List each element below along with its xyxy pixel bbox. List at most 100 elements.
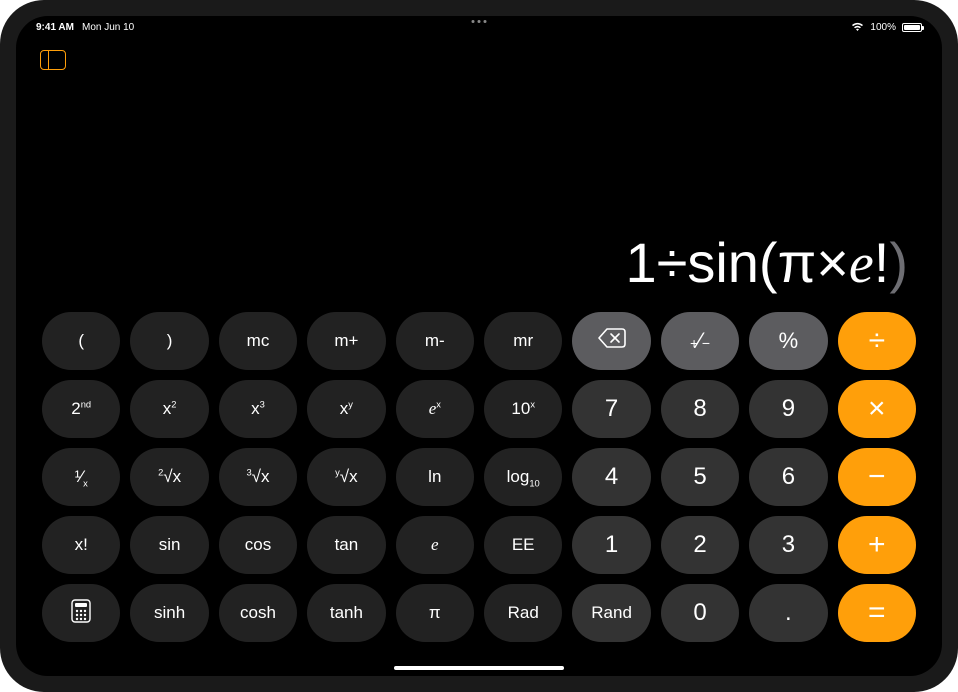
second-label: 2nd [71, 399, 91, 419]
memory-recall-label: mr [513, 331, 533, 351]
digit-9-label: 9 [782, 395, 795, 423]
memory-clear-button[interactable]: mc [219, 312, 297, 370]
right-paren-label: ) [167, 331, 173, 351]
ln-button[interactable]: ln [396, 448, 474, 506]
tan-label: tan [335, 535, 359, 555]
digit-1-button[interactable]: 1 [572, 516, 650, 574]
subtract-button[interactable]: − [838, 448, 916, 506]
power-label: xy [340, 399, 353, 419]
add-label: + [868, 528, 886, 562]
reciprocal-button[interactable]: ¹⁄x [42, 448, 120, 506]
cosh-label: cosh [240, 603, 276, 623]
sqrt-label: 2√x [158, 467, 181, 487]
sin-label: sin [159, 535, 181, 555]
divide-button[interactable]: ÷ [838, 312, 916, 370]
square-button[interactable]: x2 [130, 380, 208, 438]
multiply-label: × [868, 392, 886, 426]
rand-button[interactable]: Rand [572, 584, 650, 642]
sidebar-toggle-icon[interactable] [40, 50, 66, 70]
ten-power-x-button[interactable]: 10x [484, 380, 562, 438]
e-power-x-button[interactable]: ex [396, 380, 474, 438]
memory-recall-button[interactable]: mr [484, 312, 562, 370]
multitask-dots-icon[interactable] [472, 20, 487, 23]
tanh-button[interactable]: tanh [307, 584, 385, 642]
digit-4-button[interactable]: 4 [572, 448, 650, 506]
tan-button[interactable]: tan [307, 516, 385, 574]
second-button[interactable]: 2nd [42, 380, 120, 438]
yroot-label: y√x [335, 467, 358, 487]
calc-icon [71, 599, 91, 628]
equals-label: = [868, 596, 886, 630]
expression-text: 1÷sin(π×e!) [625, 230, 908, 296]
rad-deg-label: Rad [508, 603, 539, 623]
digit-9-button[interactable]: 9 [749, 380, 827, 438]
cos-button[interactable]: cos [219, 516, 297, 574]
power-button[interactable]: xy [307, 380, 385, 438]
ee-exponent-button[interactable]: EE [484, 516, 562, 574]
memory-add-label: m+ [334, 331, 358, 351]
multiply-button[interactable]: × [838, 380, 916, 438]
euler-e-label: e [431, 535, 439, 555]
cos-label: cos [245, 535, 271, 555]
cbrt-button[interactable]: 3√x [219, 448, 297, 506]
digit-3-label: 3 [782, 531, 795, 559]
memory-sub-button[interactable]: m- [396, 312, 474, 370]
digit-2-button[interactable]: 2 [661, 516, 739, 574]
percent-button[interactable]: % [749, 312, 827, 370]
digit-0-button[interactable]: 0 [661, 584, 739, 642]
cosh-button[interactable]: cosh [219, 584, 297, 642]
device-frame: 9:41 AM Mon Jun 10 100% 1÷sin(π×e!) [0, 0, 958, 692]
digit-8-label: 8 [693, 395, 706, 423]
factorial-label: x! [75, 535, 88, 555]
digit-3-button[interactable]: 3 [749, 516, 827, 574]
memory-clear-label: mc [247, 331, 270, 351]
divide-label: ÷ [869, 324, 885, 358]
sign-toggle-label: +⁄− [690, 328, 710, 354]
digit-5-button[interactable]: 5 [661, 448, 739, 506]
digit-5-label: 5 [693, 463, 706, 491]
calc-mode-button[interactable] [42, 584, 120, 642]
screen: 9:41 AM Mon Jun 10 100% 1÷sin(π×e!) [16, 16, 942, 676]
tanh-label: tanh [330, 603, 363, 623]
status-time: 9:41 AM [36, 22, 74, 33]
log10-button[interactable]: log10 [484, 448, 562, 506]
digit-7-label: 7 [605, 395, 618, 423]
sinh-button[interactable]: sinh [130, 584, 208, 642]
percent-label: % [779, 328, 799, 354]
digit-8-button[interactable]: 8 [661, 380, 739, 438]
reciprocal-label: ¹⁄x [75, 467, 88, 487]
sqrt-button[interactable]: 2√x [130, 448, 208, 506]
rad-deg-button[interactable]: Rad [484, 584, 562, 642]
left-paren-button[interactable]: ( [42, 312, 120, 370]
digit-4-label: 4 [605, 463, 618, 491]
backspace-button[interactable] [572, 312, 650, 370]
calculator-display: 1÷sin(π×e!) [16, 34, 942, 306]
memory-add-button[interactable]: m+ [307, 312, 385, 370]
decimal-label: . [785, 599, 792, 627]
backspace-icon [598, 328, 626, 354]
euler-e-button[interactable]: e [396, 516, 474, 574]
subtract-label: − [868, 460, 886, 494]
yroot-button[interactable]: y√x [307, 448, 385, 506]
ee-exponent-label: EE [512, 535, 535, 555]
factorial-button[interactable]: x! [42, 516, 120, 574]
right-paren-button[interactable]: ) [130, 312, 208, 370]
ln-label: ln [428, 467, 441, 487]
digit-7-button[interactable]: 7 [572, 380, 650, 438]
decimal-button[interactable]: . [749, 584, 827, 642]
equals-button[interactable]: = [838, 584, 916, 642]
log10-label: log10 [507, 467, 540, 487]
sin-button[interactable]: sin [130, 516, 208, 574]
home-indicator[interactable] [394, 666, 564, 670]
pi-button[interactable]: π [396, 584, 474, 642]
digit-0-label: 0 [693, 599, 706, 627]
keypad: () mc m+ m-mr +⁄−% ÷ 2nd x2x3 xy ex 10x 7 8 9 × ¹⁄x 2√x 3… [16, 306, 942, 676]
digit-6-button[interactable]: 6 [749, 448, 827, 506]
add-button[interactable]: + [838, 516, 916, 574]
digit-6-label: 6 [782, 463, 795, 491]
e-power-x-label: ex [429, 399, 441, 419]
sign-toggle-button[interactable]: +⁄− [661, 312, 739, 370]
status-bar: 9:41 AM Mon Jun 10 100% [16, 16, 942, 34]
cube-button[interactable]: x3 [219, 380, 297, 438]
memory-sub-label: m- [425, 331, 445, 351]
